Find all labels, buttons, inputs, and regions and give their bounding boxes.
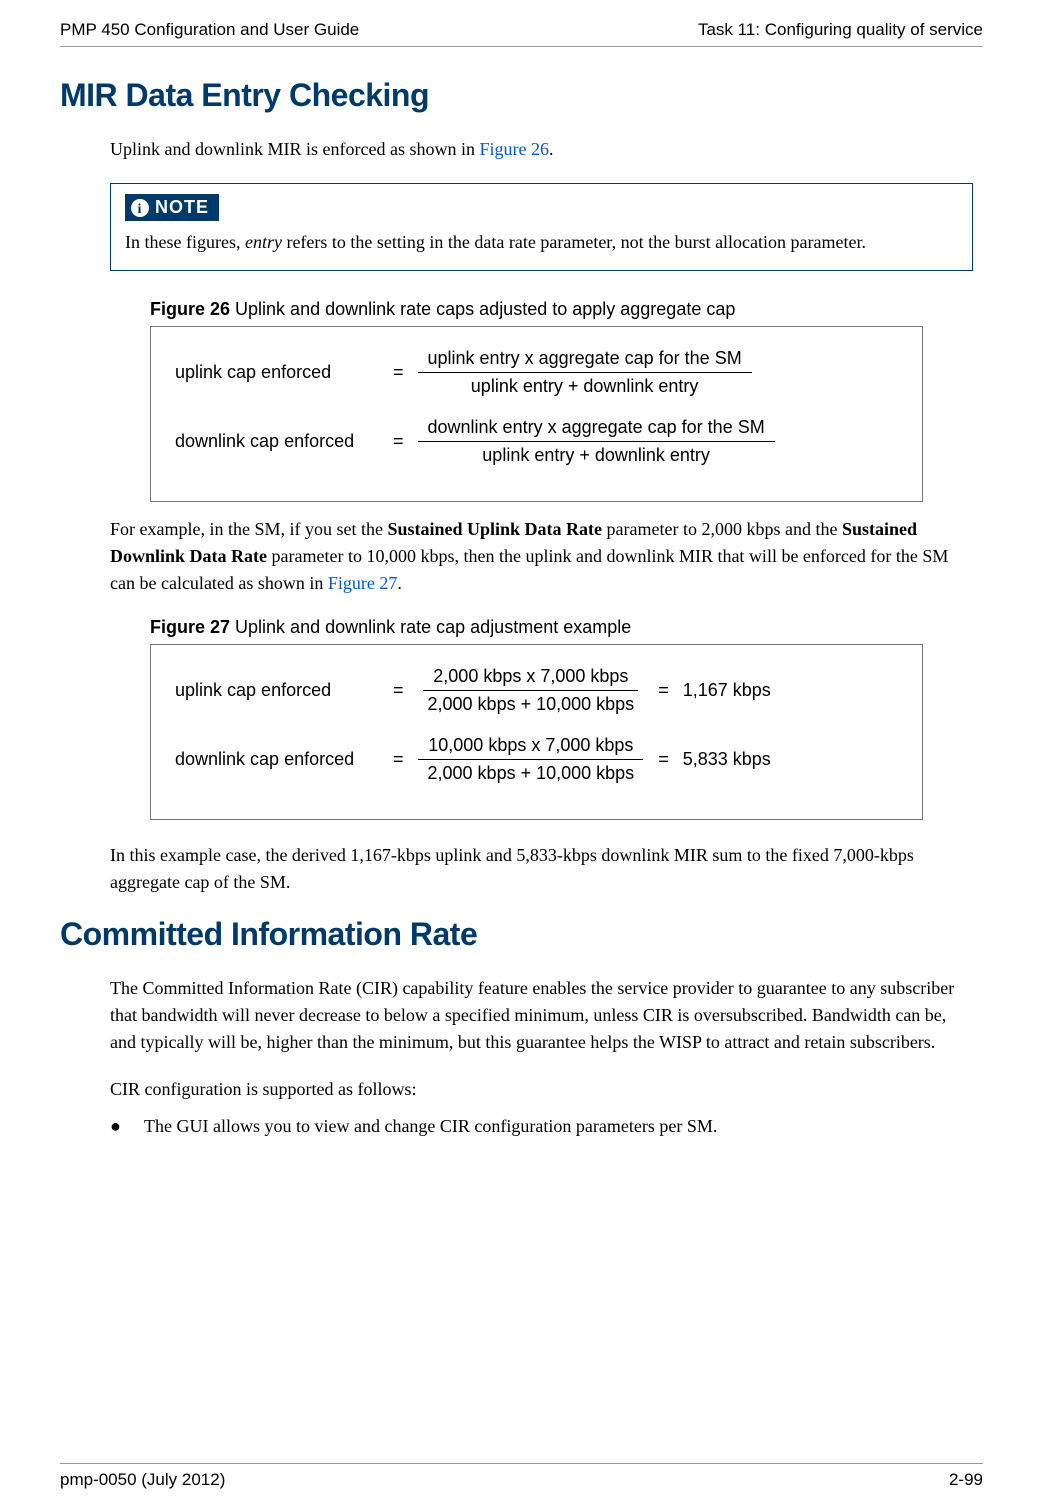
f27-eq1-lhs: uplink cap enforced [175, 680, 385, 701]
intro-paragraph: Uplink and downlink MIR is enforced as s… [110, 136, 973, 163]
ex-b1: Sustained Uplink Data Rate [387, 519, 602, 539]
footer-left: pmp-0050 (July 2012) [60, 1470, 225, 1490]
list-item: ● The GUI allows you to view and change … [110, 1113, 983, 1140]
eq2-num: downlink entry x aggregate cap for the S… [418, 414, 775, 442]
f27-eq1-num: 2,000 kbps x 7,000 kbps [423, 663, 638, 691]
eq1-lhs: uplink cap enforced [175, 362, 385, 383]
f27-eq2-den: 2,000 kbps + 10,000 kbps [418, 760, 645, 787]
figure27-label-bold: Figure 27 [150, 617, 230, 637]
example-conclusion: In this example case, the derived 1,167-… [110, 842, 973, 896]
equals-sign: = [385, 680, 412, 701]
f27-eq2-lhs: downlink cap enforced [175, 749, 385, 770]
f27-eq1-den: 2,000 kbps + 10,000 kbps [418, 691, 645, 718]
cir-para2: CIR configuration is supported as follow… [110, 1076, 973, 1103]
f27-eq1-fraction: 2,000 kbps x 7,000 kbps 2,000 kbps + 10,… [418, 663, 645, 718]
equals-sign: = [650, 680, 677, 701]
intro-text-before: Uplink and downlink MIR is enforced as s… [110, 139, 479, 159]
page-header: PMP 450 Configuration and User Guide Tas… [60, 20, 983, 47]
intro-text-after: . [549, 139, 554, 159]
note-em: entry [245, 232, 282, 252]
bullet-text: The GUI allows you to view and change CI… [144, 1113, 717, 1140]
footer-right: 2-99 [949, 1470, 983, 1490]
figure27-eq2: downlink cap enforced = 10,000 kbps x 7,… [175, 732, 898, 787]
eq1-num: uplink entry x aggregate cap for the SM [418, 345, 752, 373]
section-heading-mir: MIR Data Entry Checking [60, 77, 983, 114]
task-title: Task 11: Configuring quality of service [698, 20, 983, 40]
page-footer: pmp-0050 (July 2012) 2-99 [60, 1463, 983, 1490]
figure27-box: uplink cap enforced = 2,000 kbps x 7,000… [150, 644, 923, 820]
figure27-label: Figure 27 Uplink and downlink rate cap a… [150, 617, 983, 638]
doc-title: PMP 450 Configuration and User Guide [60, 20, 359, 40]
figure26-link[interactable]: Figure 26 [479, 139, 549, 159]
ex-t4: . [397, 573, 402, 593]
figure26-eq2: downlink cap enforced = downlink entry x… [175, 414, 898, 469]
note-text: In these figures, entry refers to the se… [125, 229, 958, 256]
figure26-label: Figure 26 Uplink and downlink rate caps … [150, 299, 983, 320]
figure26-box: uplink cap enforced = uplink entry x agg… [150, 326, 923, 502]
equals-sign: = [650, 749, 677, 770]
f27-eq2-num: 10,000 kbps x 7,000 kbps [418, 732, 643, 760]
svg-text:i: i [138, 202, 143, 217]
figure26-label-rest: Uplink and downlink rate caps adjusted t… [230, 299, 735, 319]
section-heading-cir: Committed Information Rate [60, 916, 983, 953]
note-before: In these figures, [125, 232, 245, 252]
figure26-eq1: uplink cap enforced = uplink entry x agg… [175, 345, 898, 400]
eq2-fraction: downlink entry x aggregate cap for the S… [418, 414, 775, 469]
equals-sign: = [385, 749, 412, 770]
eq1-fraction: uplink entry x aggregate cap for the SM … [418, 345, 752, 400]
figure26-label-bold: Figure 26 [150, 299, 230, 319]
example-paragraph: For example, in the SM, if you set the S… [110, 516, 973, 597]
figure27-eq1: uplink cap enforced = 2,000 kbps x 7,000… [175, 663, 898, 718]
note-label: NOTE [155, 197, 209, 218]
figure27-label-rest: Uplink and downlink rate cap adjustment … [230, 617, 631, 637]
eq1-den: uplink entry + downlink entry [461, 373, 709, 400]
f27-eq2-result: 5,833 kbps [677, 749, 771, 770]
note-box: i NOTE In these figures, entry refers to… [110, 183, 973, 271]
f27-eq2-fraction: 10,000 kbps x 7,000 kbps 2,000 kbps + 10… [418, 732, 645, 787]
equals-sign: = [385, 431, 412, 452]
eq2-den: uplink entry + downlink entry [472, 442, 720, 469]
f27-eq1-result: 1,167 kbps [677, 680, 771, 701]
figure27-link[interactable]: Figure 27 [328, 573, 398, 593]
cir-bullet-list: ● The GUI allows you to view and change … [110, 1113, 983, 1140]
equals-sign: = [385, 362, 412, 383]
info-icon: i [130, 198, 150, 218]
ex-t1: For example, in the SM, if you set the [110, 519, 387, 539]
note-badge: i NOTE [125, 194, 219, 221]
note-after: refers to the setting in the data rate p… [282, 232, 866, 252]
bullet-dot-icon: ● [110, 1113, 144, 1140]
eq2-lhs: downlink cap enforced [175, 431, 385, 452]
cir-para1: The Committed Information Rate (CIR) cap… [110, 975, 973, 1056]
ex-t2: parameter to 2,000 kbps and the [602, 519, 842, 539]
